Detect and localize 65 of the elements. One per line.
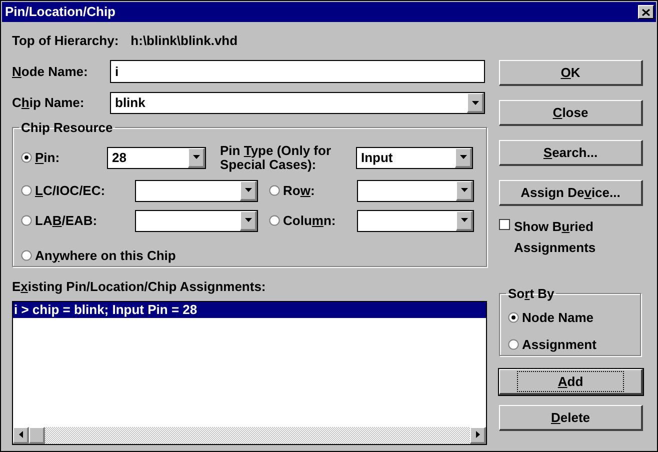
group-title: Chip Resource	[20, 119, 114, 137]
close-icon	[642, 8, 650, 16]
caret-icon	[460, 188, 468, 192]
radio-button[interactable]	[508, 339, 519, 350]
dialog-button[interactable]: Close	[499, 100, 643, 126]
hierarchy-path: h:\blink\blink.vhd	[130, 32, 238, 50]
combo-box[interactable]: Input	[356, 146, 473, 168]
radio-label[interactable]: Column:	[283, 210, 336, 230]
checkbox-label[interactable]: Show Buried Assignments	[514, 216, 624, 258]
list-row[interactable]: i > chip = blink; Input Pin = 28	[13, 302, 486, 318]
combo-box[interactable]	[357, 210, 474, 232]
group-title: Sort By	[507, 285, 556, 303]
caret-icon	[244, 188, 252, 192]
combo-box[interactable]	[357, 180, 474, 202]
horizontal-scrollbar[interactable]	[13, 426, 486, 444]
dropdown-button[interactable]	[456, 210, 473, 230]
combo-box[interactable]	[135, 210, 258, 232]
assignment-list[interactable]: i > chip = blink; Input Pin = 28	[12, 300, 487, 444]
dialog-button[interactable]: Add	[499, 369, 643, 395]
radio-label[interactable]: LAB/EAB:	[35, 210, 98, 230]
hierarchy-label: Top of Hierarchy:	[12, 32, 119, 50]
dialog-button[interactable]: OK	[499, 60, 643, 86]
radio-label[interactable]: LC/IOC/EC:	[35, 180, 106, 200]
combo-box[interactable]	[135, 180, 258, 202]
dialog-button[interactable]: Delete	[499, 405, 643, 431]
close-button[interactable]	[638, 5, 654, 19]
radio-button[interactable]	[21, 250, 32, 261]
dropdown-button[interactable]	[455, 148, 472, 168]
scroll-right-button[interactable]	[470, 426, 486, 444]
right-arrow-icon	[476, 431, 480, 438]
caret-icon	[460, 218, 468, 222]
radio-label[interactable]: Node Name	[522, 308, 594, 327]
radio-button[interactable]	[21, 215, 32, 226]
dropdown-button[interactable]	[188, 148, 205, 168]
left-arrow-icon	[18, 431, 22, 438]
radio-button[interactable]	[21, 152, 32, 163]
dropdown-button[interactable]	[240, 210, 257, 230]
combo-box[interactable]: 28	[107, 146, 206, 168]
radio-button[interactable]	[269, 185, 280, 196]
radio-label[interactable]: Pin:	[35, 148, 60, 168]
combo-box[interactable]: blink	[110, 92, 485, 114]
dropdown-button[interactable]	[240, 180, 257, 200]
radio-button[interactable]	[21, 185, 32, 196]
dialog-button[interactable]: Search...	[499, 140, 643, 166]
dropdown-button[interactable]	[456, 180, 473, 200]
caret-icon	[460, 155, 466, 159]
caret-icon	[192, 155, 200, 159]
dialog-button[interactable]: Assign Device...	[499, 180, 643, 206]
caret-icon	[244, 218, 252, 222]
dropdown-button[interactable]	[467, 93, 484, 113]
radio-label[interactable]: Assignment	[522, 335, 596, 354]
field-label: Pin Type (Only for Special Cases):	[220, 144, 332, 172]
radio-button[interactable]	[508, 312, 519, 323]
radio-label[interactable]: Anywhere on this Chip	[35, 246, 176, 265]
field-label: Chip Name:	[12, 94, 86, 112]
node-name-field[interactable]: i	[110, 60, 485, 83]
field-label: Node Name:	[12, 62, 89, 81]
checkbox[interactable]	[499, 219, 510, 230]
radio-button[interactable]	[269, 215, 280, 226]
scroll-left-button[interactable]	[13, 426, 29, 444]
radio-label[interactable]: Row:	[283, 180, 315, 200]
list-label: Existing Pin/Location/Chip Assignments:	[12, 278, 267, 296]
caret-icon	[472, 100, 478, 104]
window-title: Pin/Location/Chip	[5, 3, 116, 22]
scroll-thumb[interactable]	[29, 426, 45, 444]
